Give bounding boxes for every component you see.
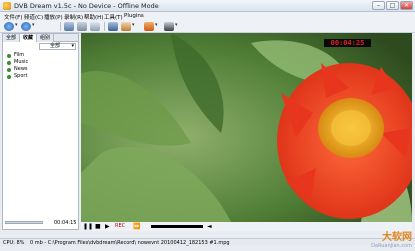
pause-button[interactable]: ❚❚ [83,223,93,230]
record-button[interactable]: REC [115,223,125,230]
elapsed-time: 00:04:15 [54,220,77,226]
window-title: DVB Dream v1.5c - No Device - Offline Mo… [14,2,159,10]
watermark-logo: 大软网 [382,232,412,243]
forward-icon[interactable] [21,22,31,31]
scan-icon[interactable] [108,22,118,31]
video-display[interactable]: 00:04:25 [81,33,412,222]
title-bar: DVB Dream v1.5c - No Device - Offline Mo… [0,0,415,12]
back-dropdown-icon[interactable]: ▾ [15,22,18,28]
site-watermark: 大软网 DaRuanJian.com [371,232,412,250]
channel-label: Music [14,59,29,65]
channel-filter-select[interactable]: 全部 ▾ [39,43,76,50]
cpu-usage: CPU: 8% [3,240,25,246]
channel-item-sport[interactable]: Sport [5,73,77,80]
forward-dropdown-icon[interactable]: ▾ [32,22,35,28]
tab-favorites[interactable]: 收藏 [20,34,37,42]
channel-label: Sport [14,73,28,79]
seek-slider[interactable] [5,221,43,224]
toolbar: ▾ ▾ ▾ ▾ ▾ [0,20,415,33]
channel-label: News [14,66,28,72]
audio-dropdown-icon[interactable]: ▾ [132,22,135,28]
mini-seek-area: 00:04:15 [2,218,79,230]
status-bar: CPU: 8% 0 mb - C:\Program Files\dvbdream… [0,238,415,246]
record-list-icon[interactable] [64,22,74,31]
display-dropdown-icon[interactable]: ▾ [155,22,158,28]
channel-list: Film Music News Sport [5,52,77,80]
app-logo-icon [3,2,11,10]
minimize-button[interactable]: – [372,1,385,10]
fullscreen-dropdown-icon[interactable]: ▾ [175,22,178,28]
tab-all[interactable]: 全部 [3,34,20,42]
channel-status-icon [7,75,11,79]
channel-item-film[interactable]: Film [5,52,77,59]
fullscreen-icon[interactable] [164,22,174,31]
settings-icon[interactable] [77,22,87,31]
tab-groups[interactable]: 组别 [37,34,54,42]
channel-status-icon [7,54,11,58]
close-button[interactable]: ✕ [400,1,413,10]
channel-status-icon [7,68,11,72]
menu-bar: 文件(F) 频道(C) 播放(P) 录制(R) 帮助(H) 工具(T) Plug… [0,12,415,21]
display-icon[interactable] [144,22,154,31]
channel-label: Film [14,52,25,58]
watermark-url: DaRuanJian.com [371,243,412,249]
video-frame-image [81,33,412,222]
epg-icon[interactable] [90,22,100,31]
fast-forward-button[interactable]: ⏩ [133,223,140,230]
playback-controls: ❚❚ ■ ▶ REC ⏩ ◄ [81,222,412,231]
channel-panel: 全部 收藏 组别 全部 ▾ Film Music News Sport [2,33,79,230]
recording-path: 0 mb - C:\Program Files\dvbdream\Record\… [30,240,230,246]
volume-slider[interactable] [151,225,203,228]
back-icon[interactable] [4,22,14,31]
filter-value: 全部 [50,43,61,49]
toolbar-separator [104,22,105,31]
play-button[interactable]: ▶ [105,223,110,230]
channel-status-icon [7,61,11,65]
toolbar-separator [60,22,61,31]
menu-plugins[interactable]: Plugins [124,13,144,19]
volume-icon[interactable]: ◄ [207,223,212,230]
chevron-down-icon: ▾ [71,43,74,49]
playback-timestamp: 00:04:25 [324,39,371,47]
audio-icon[interactable] [121,22,131,31]
channel-item-news[interactable]: News [5,66,77,73]
channel-tabs: 全部 收藏 组别 [3,34,78,42]
channel-item-music[interactable]: Music [5,59,77,66]
stop-button[interactable]: ■ [95,223,101,230]
maximize-button[interactable]: □ [386,1,399,10]
